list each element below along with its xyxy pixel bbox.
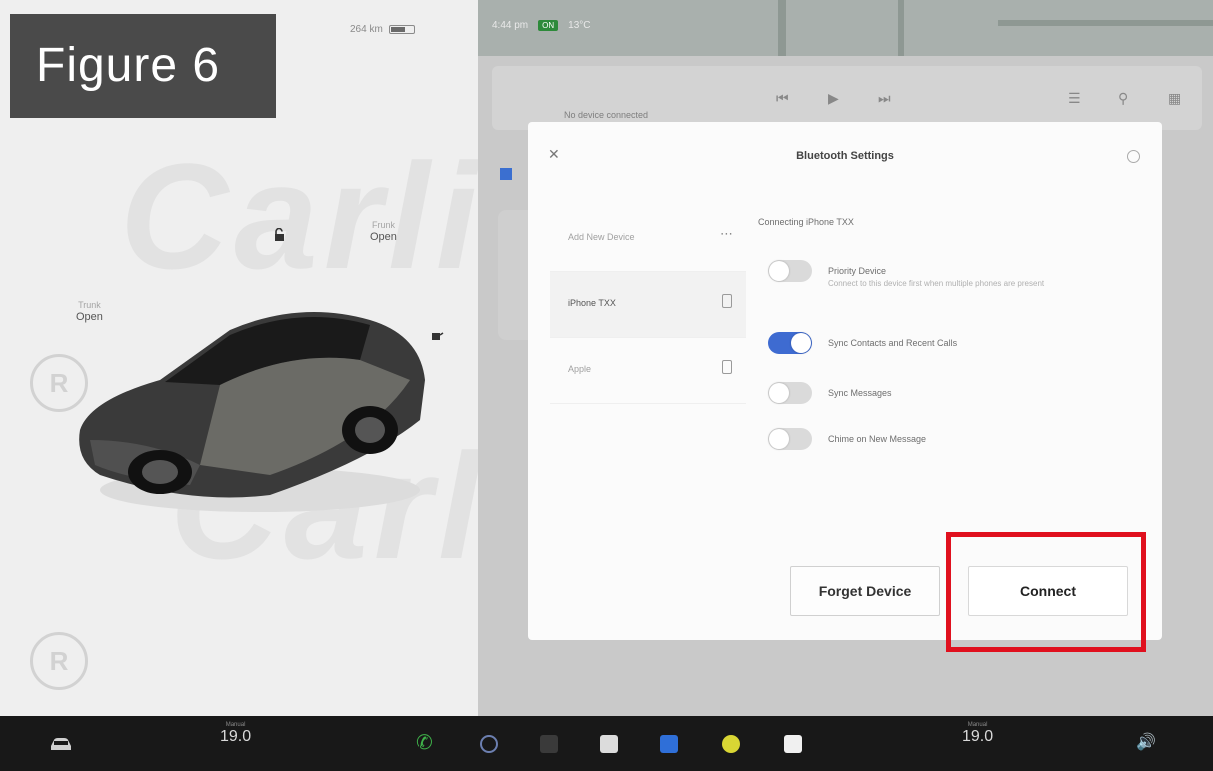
- library-icon[interactable]: ▦: [1168, 90, 1181, 107]
- taskbar: Manual 19.0 ✆ Manual 19.0 🔊: [0, 716, 1213, 771]
- device-name: Add New Device: [568, 232, 635, 242]
- option-chime: Chime on New Message: [768, 428, 926, 450]
- checkbox-icon[interactable]: [500, 168, 512, 180]
- outside-temp: 13°C: [568, 20, 591, 31]
- phone-icon: [722, 360, 732, 374]
- connecting-status: Connecting iPhone TXX: [758, 217, 854, 227]
- equalizer-icon[interactable]: ☰: [1068, 90, 1081, 107]
- status-badge: ON: [538, 20, 559, 31]
- charge-port-icon[interactable]: [430, 328, 444, 342]
- sync-messages-toggle[interactable]: [768, 382, 812, 404]
- bluetooth-icon[interactable]: [660, 735, 678, 753]
- option-label: Priority Device: [828, 266, 887, 276]
- driver-temp-control[interactable]: Manual 19.0: [220, 722, 251, 746]
- range-status: 264 km: [350, 24, 415, 35]
- dialog-title: Bluetooth Settings: [796, 150, 894, 162]
- more-icon[interactable]: ⋯: [720, 226, 734, 242]
- previous-track-icon[interactable]: ⏮: [776, 90, 789, 107]
- watermark-text: Carlinkit: [120, 132, 478, 300]
- car-illustration: [79, 312, 425, 512]
- option-label: Chime on New Message: [828, 434, 927, 444]
- volume-icon[interactable]: 🔊: [1136, 732, 1156, 752]
- dots-icon[interactable]: [540, 735, 558, 753]
- device-add-new[interactable]: Add New Device ⋯: [550, 206, 746, 272]
- time-text: 4:44 pm: [492, 20, 529, 31]
- car-status-panel: Carlinkit Carlinkit R R Figure 6 264 km …: [0, 0, 478, 716]
- device-name: iPhone TXX: [568, 298, 616, 308]
- battery-icon: [388, 25, 415, 34]
- front-trunk-caption: Frunk: [371, 220, 395, 230]
- front-trunk-state: Open: [370, 230, 397, 243]
- option-description: Connect to this device first when multip…: [828, 279, 1045, 288]
- search-icon[interactable]: ⚲: [1118, 90, 1128, 107]
- notes-icon[interactable]: [784, 735, 802, 753]
- passenger-temp-value: 19.0: [962, 728, 994, 745]
- figure-label: Figure 6: [10, 14, 276, 118]
- option-sync-contacts: Sync Contacts and Recent Calls: [768, 332, 957, 354]
- top-status-bar: 4:44 pm ON 13°C: [492, 20, 590, 31]
- device-iphone[interactable]: iPhone TXX: [550, 272, 746, 338]
- clock-icon[interactable]: [480, 735, 498, 753]
- device-list: Add New Device ⋯ iPhone TXX Apple: [550, 206, 746, 404]
- driver-temp-value: 19.0: [220, 728, 252, 745]
- calendar-icon[interactable]: [600, 735, 618, 753]
- range-text: 264 km: [350, 24, 383, 35]
- play-icon[interactable]: ▶: [828, 90, 839, 107]
- option-sync-messages: Sync Messages: [768, 382, 892, 404]
- passenger-temp-control[interactable]: Manual 19.0: [962, 722, 993, 746]
- media-player: No device connected ⏮ ▶ ⏭ ☰ ⚲ ▦: [492, 66, 1202, 130]
- phone-icon: [722, 294, 732, 308]
- car-icon[interactable]: [48, 736, 74, 752]
- forget-device-button[interactable]: Forget Device: [790, 566, 940, 616]
- chime-toggle[interactable]: [768, 428, 812, 450]
- help-icon[interactable]: [1127, 150, 1140, 163]
- device-name: Apple: [568, 364, 592, 374]
- device-apple[interactable]: Apple: [550, 338, 746, 404]
- option-label: Sync Contacts and Recent Calls: [828, 338, 958, 348]
- unlock-icon[interactable]: [272, 228, 286, 242]
- media-source-text: No device connected: [564, 110, 649, 120]
- highlight-box: [946, 532, 1146, 652]
- phone-icon[interactable]: ✆: [416, 730, 433, 755]
- option-label: Sync Messages: [828, 388, 892, 398]
- option-priority-device: Priority Device Connect to this device f…: [768, 260, 1128, 289]
- sync-contacts-toggle[interactable]: [768, 332, 812, 354]
- front-trunk-open-button[interactable]: Frunk Open: [370, 220, 397, 244]
- next-track-icon[interactable]: ⏭: [878, 90, 891, 107]
- priority-device-toggle[interactable]: [768, 260, 812, 282]
- watermark-logo: R: [30, 632, 88, 690]
- toybox-icon[interactable]: [722, 735, 740, 753]
